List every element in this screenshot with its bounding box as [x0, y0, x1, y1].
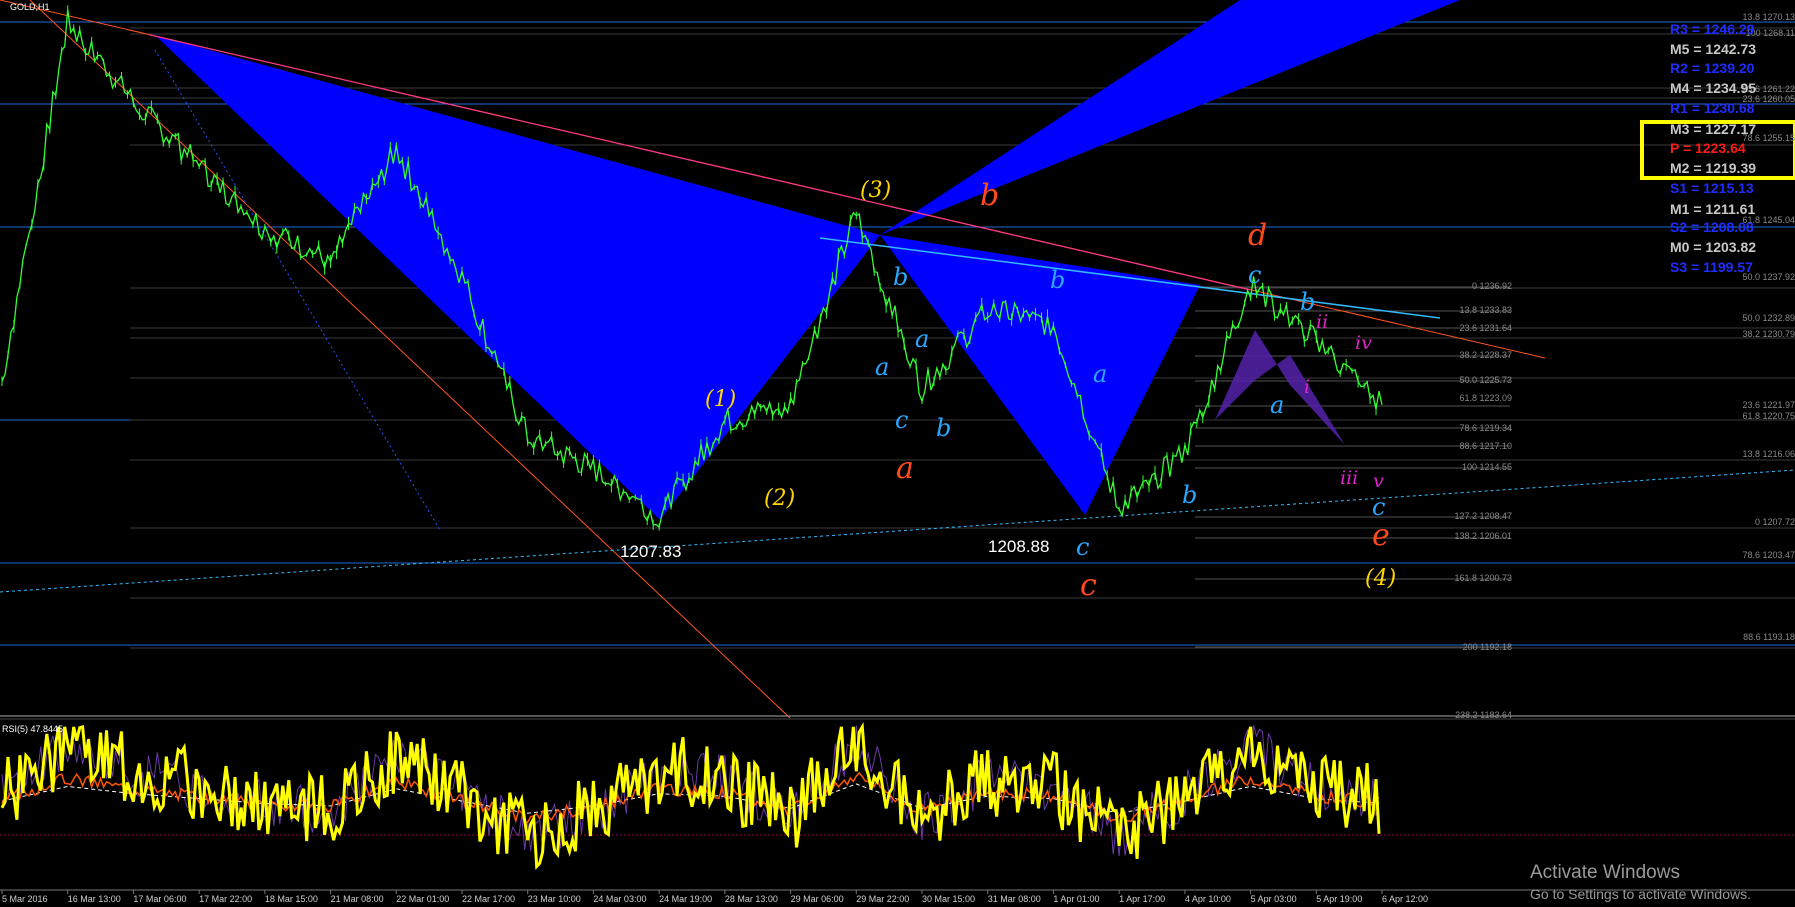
fib-label-right-9: 23.6 1221.97: [1742, 400, 1795, 410]
wave-label-e-red: e: [1372, 518, 1390, 553]
wave-label-b-cyan-4: b: [1300, 288, 1315, 316]
low-price-label-1: 1207.83: [620, 542, 681, 561]
time-label-18: 4 Apr 10:00: [1185, 894, 1231, 904]
time-label-20: 5 Apr 19:00: [1316, 894, 1362, 904]
fib-label-right-14: 88.6 1193.18: [1743, 632, 1795, 642]
wave-label-c-cyan-3: c: [1248, 261, 1261, 289]
time-label-21: 6 Apr 12:00: [1382, 894, 1428, 904]
rsi-label: RSI(5) 47.8445: [2, 724, 63, 734]
pivot-level-12: S3 = 1199.57: [1670, 259, 1753, 275]
wave-label-a-cyan-4: a: [1270, 391, 1284, 419]
fib-label-center-0: 0 1236.92: [1472, 281, 1512, 291]
time-label-2: 17 Mar 06:00: [133, 894, 186, 904]
time-label-16: 1 Apr 01:00: [1053, 894, 1099, 904]
time-label-8: 23 Mar 10:00: [528, 894, 581, 904]
wave-label-a-red: a: [896, 451, 914, 486]
fib-label-center-11: 161.8 1200.73: [1454, 573, 1512, 583]
wave-label-2: (2): [764, 486, 795, 511]
wave-label-c-red: c: [1080, 568, 1097, 603]
time-label-12: 29 Mar 06:00: [791, 894, 844, 904]
fib-label-center-10: 138.2 1206.01: [1454, 531, 1512, 541]
fib-label-center-2: 23.6 1231.64: [1459, 323, 1512, 333]
pivot-level-5: M3 = 1227.17: [1670, 121, 1757, 137]
fib-label-right-12: 0 1207.72: [1755, 517, 1795, 527]
fib-label-center-4: 50.0 1225.73: [1459, 375, 1512, 385]
time-label-7: 22 Mar 17:00: [462, 894, 515, 904]
wave-label-b-cyan-1: b: [893, 263, 908, 291]
wave-label-b-cyan-2: b: [936, 414, 951, 442]
time-label-9: 24 Mar 03:00: [593, 894, 646, 904]
pivot-level-3: M4 = 1234.95: [1670, 80, 1757, 96]
pivot-level-0: R3 = 1246.29: [1670, 21, 1755, 37]
wave-label-c-cyan-1: c: [895, 406, 908, 434]
wave-label-b-cyan-3: b: [1050, 266, 1065, 294]
wave-label-c-cyan-4: c: [1372, 493, 1385, 521]
pivot-level-9: M1 = 1211.61: [1670, 201, 1756, 217]
wave-label-i: i: [1304, 376, 1310, 398]
pivot-level-11: M0 = 1203.82: [1670, 239, 1757, 255]
gold-h1-chart: 5 Mar 2016 16 Mar 13:00 17 Mar 06:00 17 Mar…: [0, 0, 1795, 907]
time-label-1: 16 Mar 13:00: [68, 894, 121, 904]
symbol-label: GOLD,H1: [10, 2, 50, 12]
fib-label-right-13: 78.6 1203.47: [1742, 550, 1795, 560]
time-label-19: 5 Apr 03:00: [1251, 894, 1297, 904]
fib-label-center-7: 88.6 1217.10: [1459, 441, 1512, 451]
pivot-level-8: S1 = 1215.13: [1670, 180, 1754, 196]
wave-label-a-cyan-2: a: [875, 353, 889, 381]
wave-label-b-red: b: [980, 178, 999, 213]
fib-label-right-7: 50.0 1232.89: [1742, 313, 1795, 323]
time-label-6: 22 Mar 01:00: [396, 894, 449, 904]
low-price-label-2: 1208.88: [988, 537, 1049, 556]
wave-label-ii: ii: [1316, 311, 1328, 333]
time-label-5: 21 Mar 08:00: [331, 894, 384, 904]
wave-label-d-red: d: [1248, 218, 1267, 253]
time-label-17: 1 Apr 17:00: [1119, 894, 1165, 904]
fib-label-center-5: 61.8 1223.09: [1459, 393, 1512, 403]
activate-windows-title: Activate Windows: [1530, 862, 1680, 883]
time-label-0: 5 Mar 2016: [2, 894, 48, 904]
pivot-level-1: M5 = 1242.73: [1670, 41, 1757, 57]
wave-label-4: (4): [1365, 566, 1396, 591]
time-label-15: 31 Mar 08:00: [988, 894, 1041, 904]
pivot-level-4: R1 = 1230.68: [1670, 100, 1755, 116]
wave-label-a-cyan-1: a: [915, 325, 929, 353]
pivot-level-6: P = 1223.64: [1670, 140, 1746, 156]
time-label-4: 18 Mar 15:00: [265, 894, 318, 904]
time-label-10: 24 Mar 19:00: [659, 894, 712, 904]
wave-label-1: (1): [705, 387, 736, 412]
activate-windows-subtitle: Go to Settings to activate Windows.: [1530, 886, 1751, 902]
time-label-14: 30 Mar 15:00: [922, 894, 975, 904]
pivot-level-2: R2 = 1239.20: [1670, 60, 1755, 76]
fib-label-right-11: 13.8 1216.06: [1742, 449, 1795, 459]
fib-label-center-6: 78.6 1219.34: [1459, 423, 1512, 433]
time-label-13: 29 Mar 22:00: [856, 894, 909, 904]
wave-label-v: v: [1373, 470, 1384, 492]
wave-label-b-cyan-5: b: [1182, 481, 1197, 509]
time-label-11: 28 Mar 13:00: [725, 894, 778, 904]
wave-label-iv: iv: [1355, 332, 1372, 354]
fib-label-center-1: 13.8 1233.83: [1459, 305, 1512, 315]
fib-label-center-13: 238.2 1183.64: [1455, 710, 1512, 720]
fib-label-center-3: 38.2 1228.37: [1459, 350, 1512, 360]
pivot-level-10: S2 = 1208.08: [1670, 219, 1754, 235]
wave-label-a-cyan-3: a: [1093, 360, 1107, 388]
pivot-level-7: M2 = 1219.39: [1670, 160, 1757, 176]
fib-label-center-12: 200 1192.18: [1463, 642, 1512, 652]
time-label-3: 17 Mar 22:00: [199, 894, 252, 904]
wave-label-c-cyan-2: c: [1076, 533, 1089, 561]
wave-label-3: (3): [860, 178, 891, 203]
fib-label-right-8: 38.2 1230.79: [1742, 329, 1795, 339]
fib-label-center-8: 100 1214.55: [1462, 462, 1512, 472]
fib-label-center-9: 127.2 1208.47: [1454, 511, 1512, 521]
fib-label-right-10: 61.8 1220.75: [1742, 411, 1795, 421]
wave-label-iii: iii: [1340, 467, 1358, 489]
